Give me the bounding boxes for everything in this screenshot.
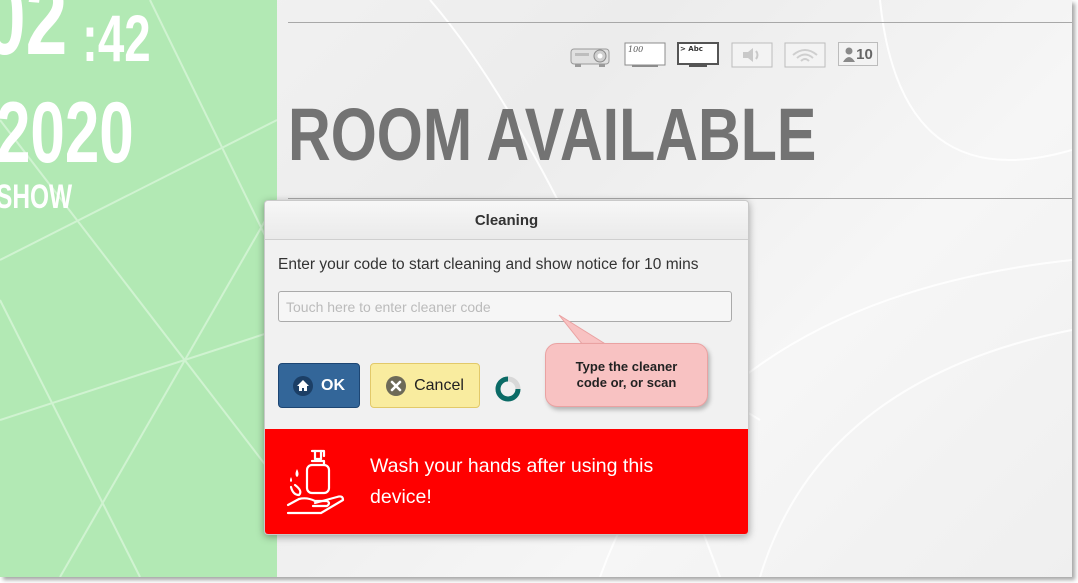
close-icon — [386, 375, 407, 396]
cleaning-dialog: Cleaning Enter your code to start cleani… — [264, 200, 749, 535]
dialog-message: Enter your code to start cleaning and sh… — [278, 256, 699, 273]
person-icon — [843, 47, 856, 62]
dialog-title: Cleaning — [265, 201, 748, 240]
whiteboard-label: 100 — [628, 45, 643, 54]
whiteboard-icon: 100 — [624, 42, 666, 67]
display-icon: > Abc — [677, 42, 719, 67]
projector-icon — [570, 48, 610, 67]
hand-wash-icon — [286, 449, 345, 515]
capacity-icon: 10 — [838, 42, 878, 66]
ok-button[interactable]: OK — [278, 363, 360, 408]
cleaner-code-input[interactable] — [278, 291, 732, 322]
hand-hygiene-banner: Wash your hands after using this device! — [265, 429, 748, 534]
hand-wash-message: Wash your hands after using this device! — [370, 455, 654, 508]
clock-hours-minutes: 02 — [0, 0, 68, 77]
loading-spinner-icon — [495, 376, 521, 402]
clock-seconds: :42 — [82, 1, 151, 75]
capacity-count: 10 — [856, 45, 873, 63]
middle-divider — [288, 198, 1072, 199]
home-icon — [293, 375, 313, 396]
speaker-icon — [731, 42, 773, 68]
cleaner-code-tooltip: Type the cleaner code or, or scan — [545, 343, 708, 407]
clock-day-text: SHOW — [0, 178, 73, 216]
cancel-button[interactable]: Cancel — [370, 363, 480, 408]
clock-panel: 02 :42 2020 SHOW — [0, 0, 277, 577]
ok-button-label: OK — [321, 376, 345, 394]
wifi-icon — [784, 42, 826, 68]
display-label: > Abc — [680, 45, 703, 53]
top-divider — [288, 22, 1072, 23]
room-status-title: ROOM AVAILABLE — [288, 93, 817, 176]
cancel-button-label: Cancel — [414, 376, 464, 394]
room-display-screen: 02 :42 2020 SHOW 100 > Abc — [0, 0, 1072, 577]
clock-year: 2020 — [0, 85, 134, 181]
